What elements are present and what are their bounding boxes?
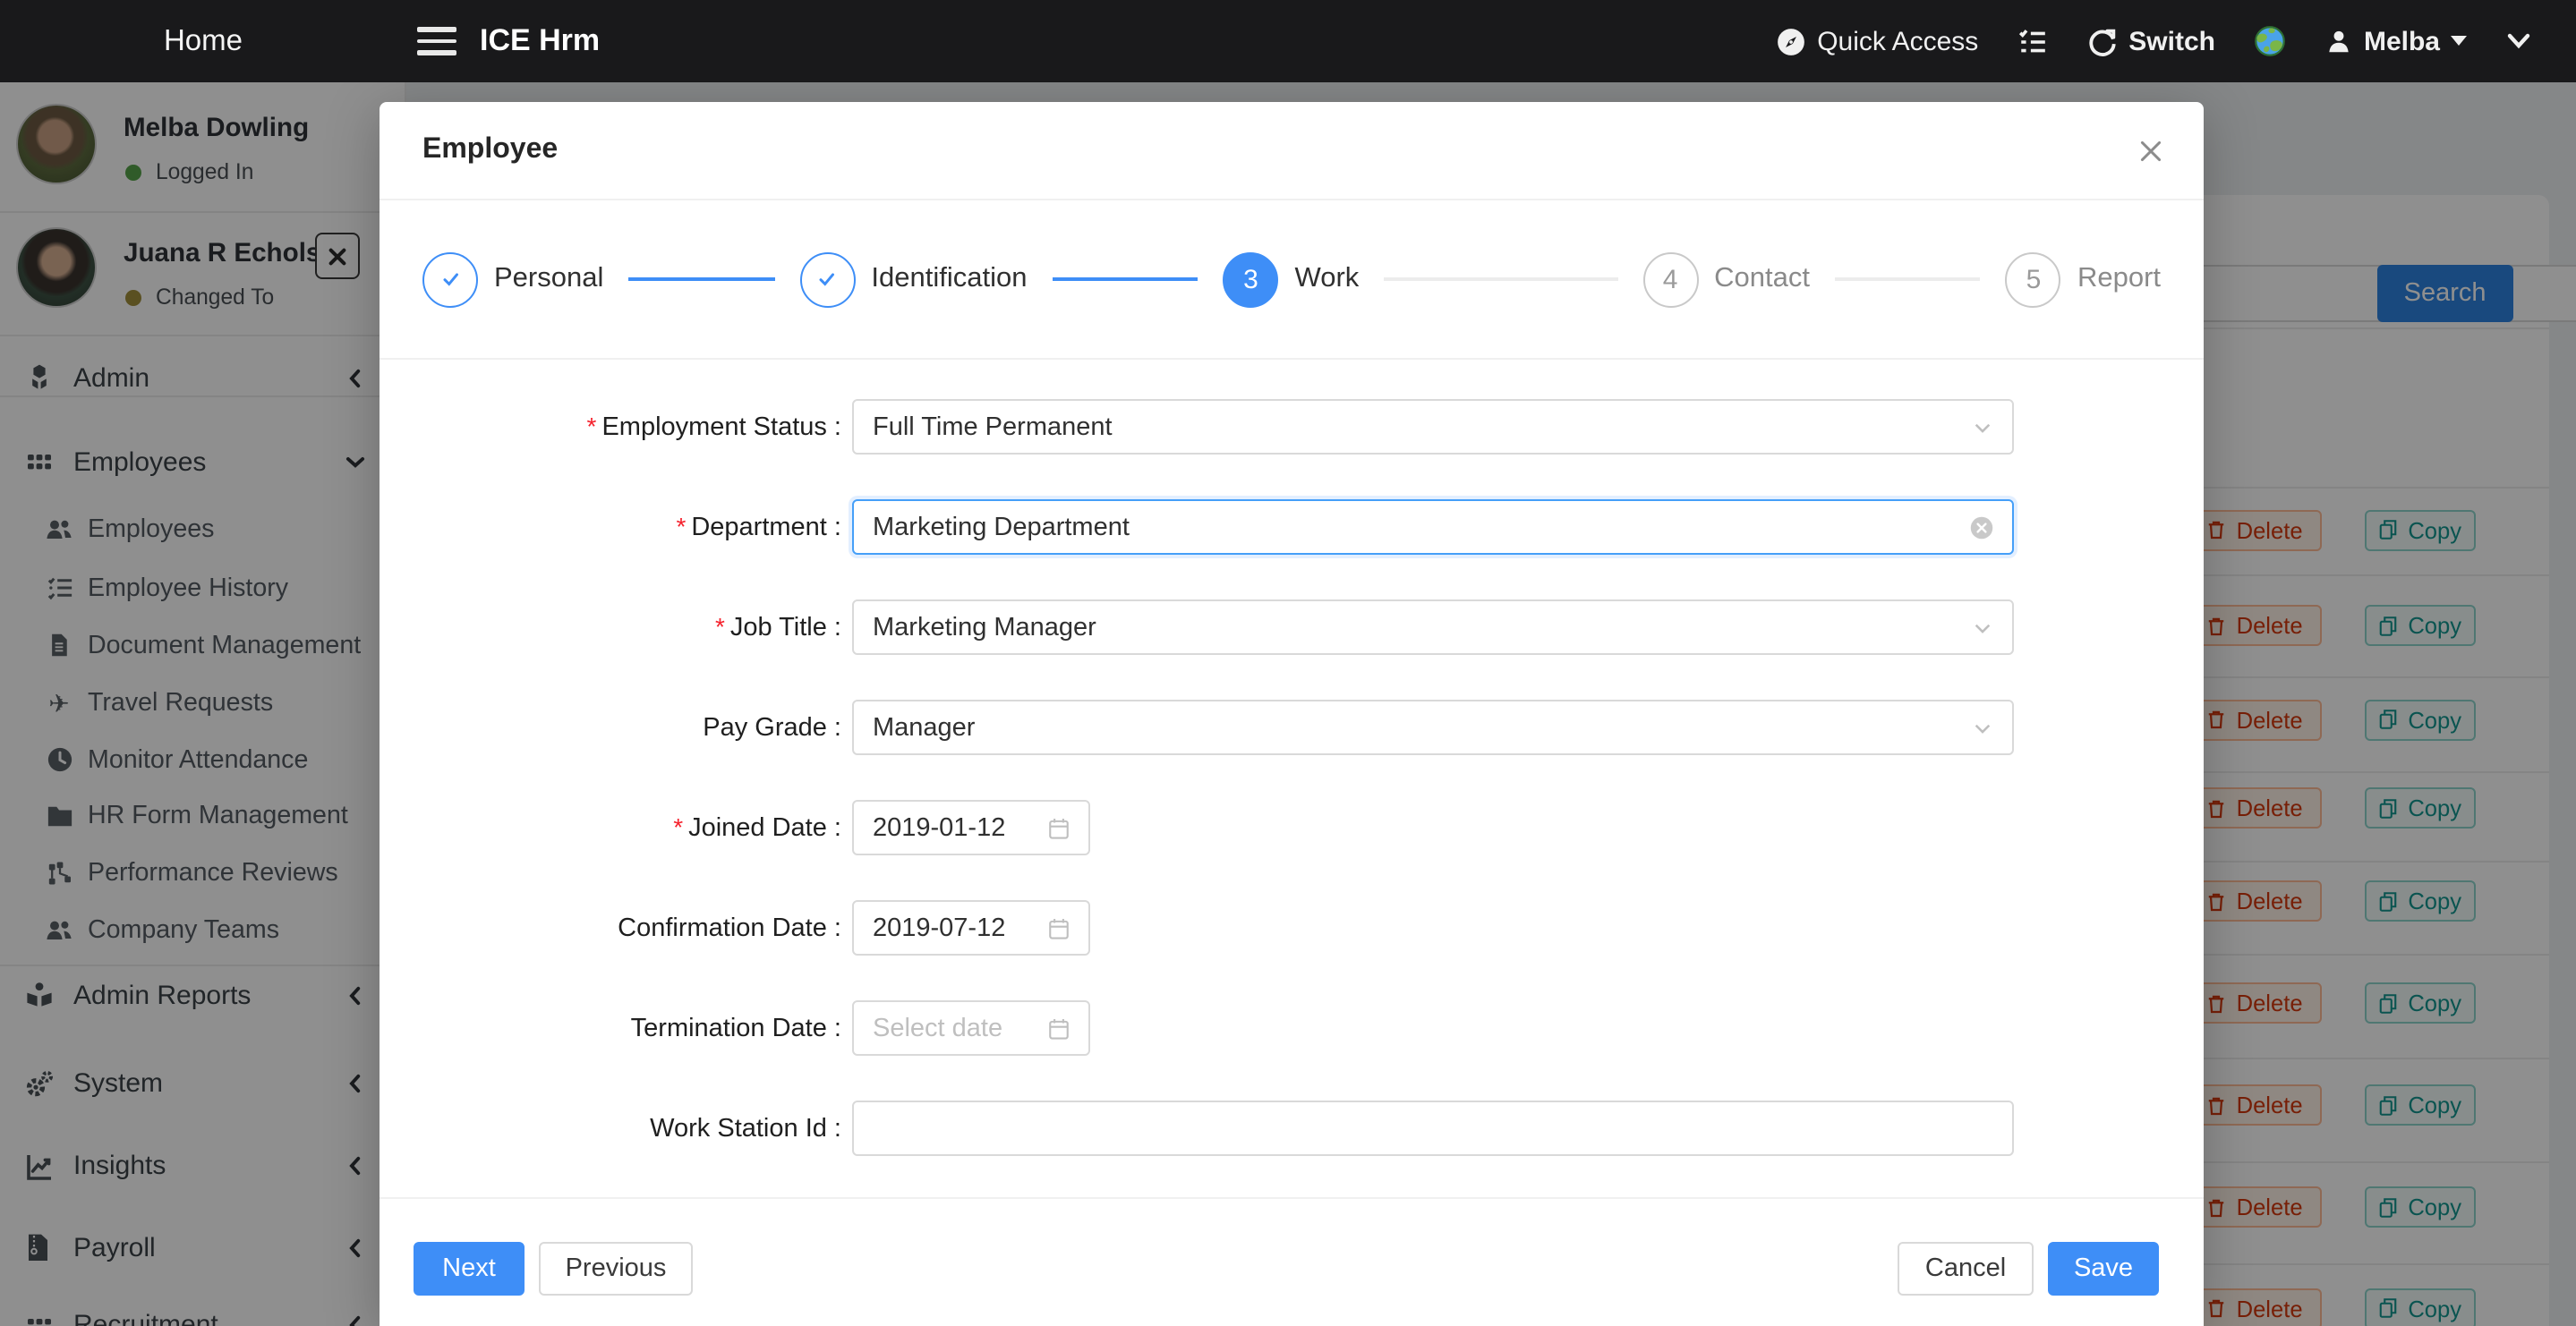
step-label: Personal (494, 263, 603, 295)
step-number: 5 (2006, 251, 2061, 307)
employment-status-select[interactable]: Full Time Permanent (851, 399, 2013, 455)
modal-header: Employee (380, 102, 2204, 200)
select-value: Manager (873, 713, 975, 742)
quick-access-label: Quick Access (1817, 26, 1978, 56)
work-station-id-input[interactable] (851, 1101, 2013, 1156)
date-value: 2019-01-12 (873, 813, 1005, 842)
step-label: Work (1295, 263, 1360, 295)
switch-icon (2087, 26, 2118, 56)
user-icon (2326, 28, 2353, 55)
modal-title: Employee (422, 134, 558, 166)
home-link[interactable]: Home (0, 0, 406, 82)
required-marker: * (587, 412, 597, 440)
required-marker: * (715, 612, 725, 641)
select-value: Marketing Department (873, 513, 1130, 541)
step-label: Report (2077, 263, 2161, 295)
caret-down-icon (2451, 36, 2467, 47)
step-personal[interactable]: Personal (422, 251, 603, 307)
job-title-select[interactable]: Marketing Manager (851, 599, 2013, 655)
top-navbar: Home ICE Hrm Quick Access Switch (0, 0, 2576, 82)
cancel-button[interactable]: Cancel (1898, 1242, 2034, 1296)
joined-date-picker[interactable]: 2019-01-12 (851, 800, 1089, 855)
department-select[interactable]: Marketing Department (851, 499, 2013, 555)
date-placeholder: Select date (873, 1014, 1002, 1042)
form-row-joined-date: *Joined Date : 2019-01-12 (380, 800, 2204, 855)
step-work[interactable]: 3 Work (1224, 251, 1360, 307)
collapse-navbar-chevron[interactable] (2506, 32, 2531, 50)
form-row-department: *Department : Marketing Department (380, 499, 2204, 555)
chevron-down-icon (1970, 415, 1993, 438)
step-check-icon (799, 251, 855, 307)
globe-icon (2255, 25, 2287, 57)
field-label: Department : (691, 514, 841, 542)
field-label: Joined Date : (688, 814, 841, 843)
chevron-down-icon (1970, 616, 1993, 639)
form-row-confirmation-date: Confirmation Date : 2019-07-12 (380, 900, 2204, 956)
app-viewport: Home ICE Hrm Quick Access Switch (0, 0, 2576, 1326)
close-icon[interactable] (2136, 136, 2168, 168)
date-value: 2019-07-12 (873, 914, 1005, 942)
previous-button[interactable]: Previous (539, 1242, 693, 1296)
save-button[interactable]: Save (2048, 1242, 2159, 1296)
step-label: Contact (1714, 263, 1810, 295)
compass-icon (1776, 26, 1806, 56)
checklist-icon (2017, 26, 2048, 56)
switch-label: Switch (2128, 26, 2215, 56)
calendar-icon (1046, 1016, 1070, 1040)
user-name-label: Melba (2364, 26, 2440, 56)
field-label: Confirmation Date : (618, 914, 841, 942)
form-row-work-station-id: Work Station Id : (380, 1101, 2204, 1156)
select-value: Full Time Permanent (873, 412, 1113, 441)
wizard-steps: Personal Identification 3 Work 4 Contact (422, 251, 2161, 308)
app-brand[interactable]: ICE Hrm (480, 0, 600, 82)
field-label: Pay Grade : (703, 713, 841, 742)
step-report[interactable]: 5 Report (2006, 251, 2161, 307)
field-label: Employment Status : (601, 413, 841, 442)
field-label: Work Station Id : (650, 1114, 841, 1143)
next-button[interactable]: Next (414, 1242, 525, 1296)
select-value: Marketing Manager (873, 613, 1096, 642)
step-number: 3 (1224, 251, 1279, 307)
clear-icon[interactable] (1968, 514, 1993, 540)
navbar-right: Quick Access Switch (1776, 0, 2576, 82)
chevron-down-icon (2506, 32, 2531, 50)
form-row-pay-grade: Pay Grade : Manager (380, 700, 2204, 755)
confirmation-date-picker[interactable]: 2019-07-12 (851, 900, 1089, 956)
work-form: *Employment Status : Full Time Permanent… (380, 399, 2204, 1201)
employee-modal: Employee Personal Identification (380, 102, 2204, 1326)
field-label: Job Title : (730, 614, 841, 642)
step-contact[interactable]: 4 Contact (1642, 251, 1810, 307)
calendar-icon (1046, 816, 1070, 839)
calendar-icon (1046, 916, 1070, 939)
termination-date-picker[interactable]: Select date (851, 1000, 1089, 1056)
step-number: 4 (1642, 251, 1698, 307)
language-globe-button[interactable] (2255, 25, 2287, 57)
step-identification[interactable]: Identification (799, 251, 1027, 307)
step-label: Identification (871, 263, 1027, 295)
user-menu[interactable]: Melba (2326, 26, 2467, 56)
form-row-termination-date: Termination Date : Select date (380, 1000, 2204, 1056)
field-label: Termination Date : (631, 1014, 841, 1042)
form-row-job-title: *Job Title : Marketing Manager (380, 599, 2204, 655)
required-marker: * (673, 812, 683, 841)
chevron-down-icon (1970, 716, 1993, 739)
pay-grade-select[interactable]: Manager (851, 700, 2013, 755)
todo-list-button[interactable] (2017, 26, 2048, 56)
hamburger-menu-icon[interactable] (417, 27, 456, 55)
switch-user-button[interactable]: Switch (2087, 26, 2215, 56)
form-row-employment-status: *Employment Status : Full Time Permanent (380, 399, 2204, 455)
step-check-icon (422, 251, 478, 307)
quick-access-button[interactable]: Quick Access (1776, 26, 1978, 56)
required-marker: * (676, 512, 686, 540)
